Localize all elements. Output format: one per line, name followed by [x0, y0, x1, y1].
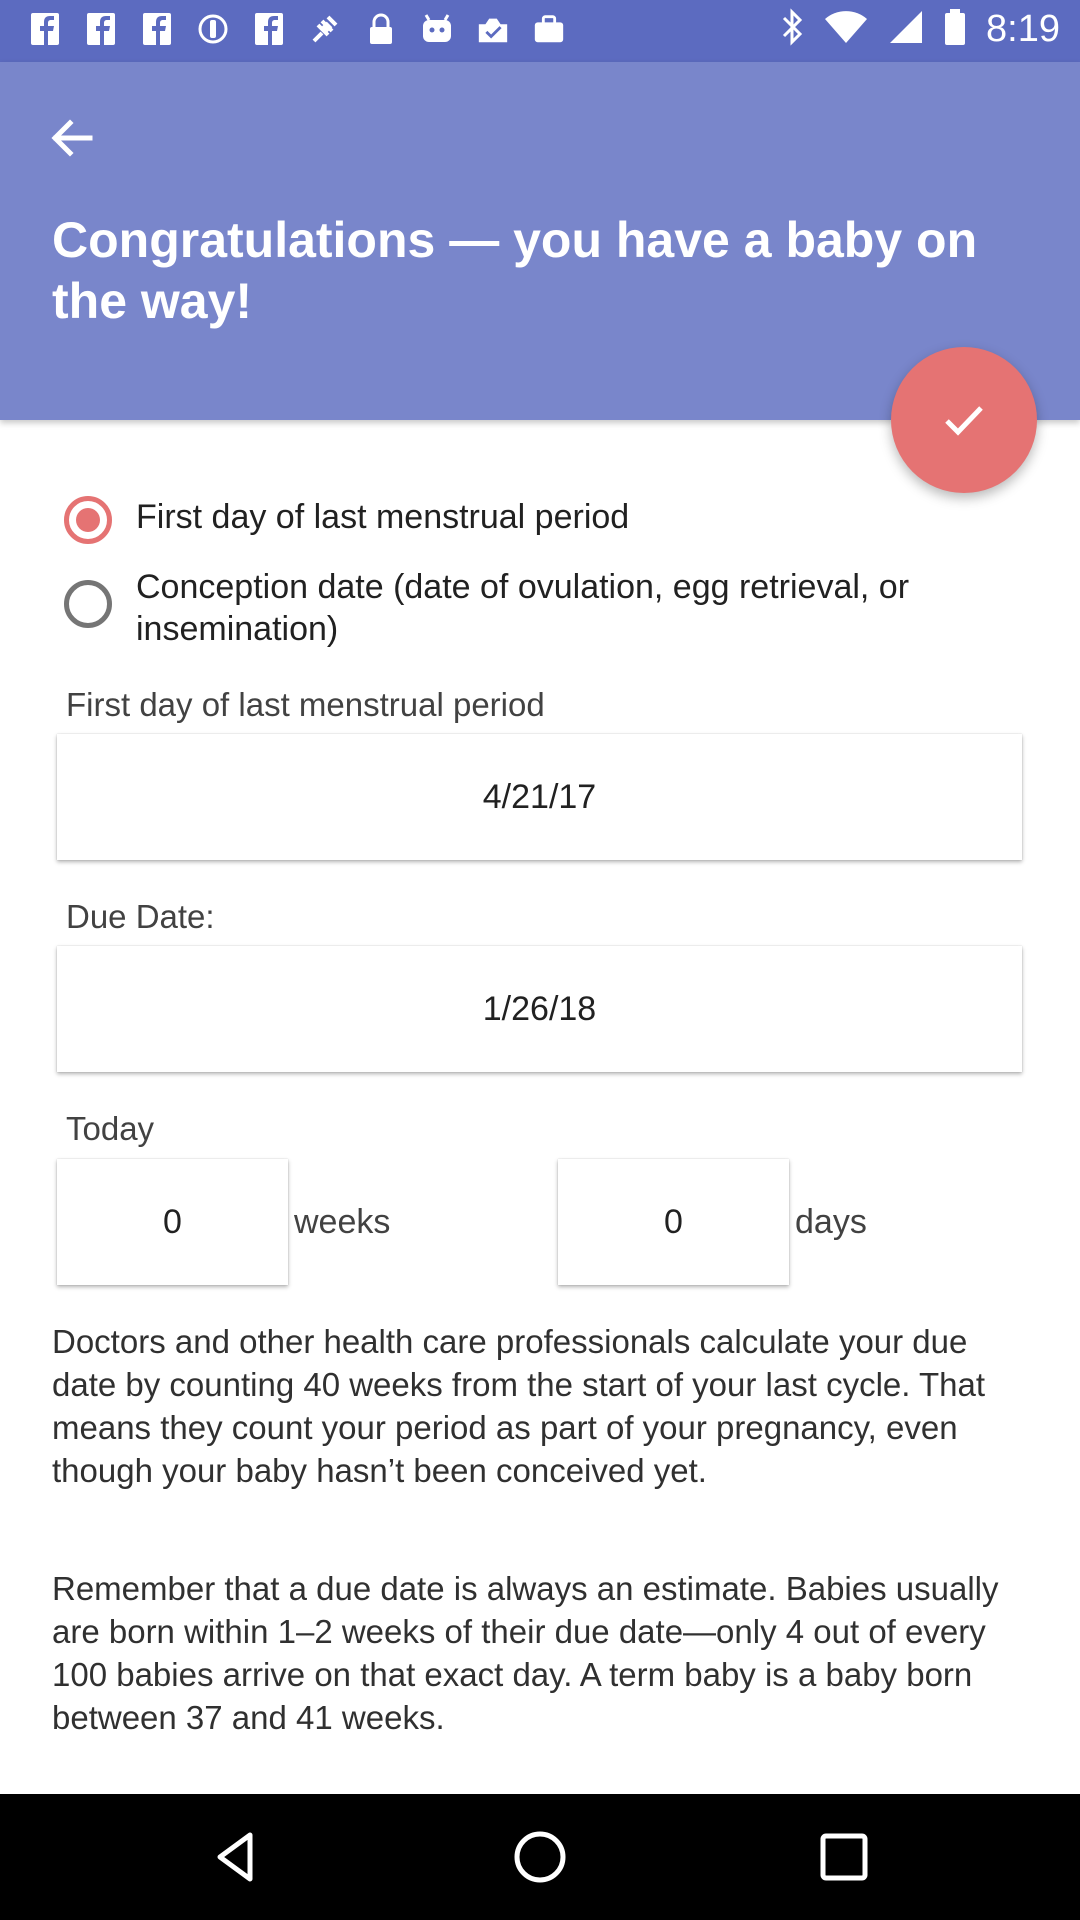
- due-date-field[interactable]: 1/26/18: [57, 946, 1022, 1072]
- today-label: Today: [66, 1110, 155, 1147]
- check-icon: [945, 406, 983, 436]
- facebook-icon: [252, 10, 286, 48]
- briefcase-icon: [532, 10, 566, 48]
- status-bar: 8:19: [0, 0, 1080, 62]
- system-status: 8:19: [780, 8, 1060, 51]
- triangle-back-icon: [217, 1832, 253, 1882]
- back-button[interactable]: [44, 110, 100, 166]
- info-paragraph-due-date: Doctors and other health care profession…: [52, 1323, 986, 1489]
- days-field[interactable]: 0: [558, 1159, 789, 1285]
- radio-option-lmp[interactable]: First day of last menstrual period: [64, 496, 986, 544]
- days-value: 0: [664, 1202, 683, 1241]
- due-date-label: Due Date:: [66, 898, 215, 935]
- photo-check-icon: [476, 10, 510, 48]
- days-unit: days: [795, 1203, 867, 1241]
- signal-icon: [888, 9, 924, 50]
- facebook-icon: [84, 10, 118, 48]
- wifi-icon: [824, 10, 868, 49]
- navigation-bar: [0, 1794, 1080, 1920]
- radio-option-label: Conception date (date of ovulation, egg …: [136, 568, 910, 648]
- lock-icon: [364, 10, 398, 48]
- nav-recents-button[interactable]: [814, 1827, 874, 1887]
- weeks-field[interactable]: 0: [57, 1159, 288, 1285]
- bluetooth-icon: [780, 8, 804, 51]
- weeks-value: 0: [163, 1202, 182, 1241]
- radio-option-conception[interactable]: Conception date (date of ovulation, egg …: [64, 566, 986, 650]
- radio-unselected-icon[interactable]: [64, 580, 112, 628]
- due-date-value: 1/26/18: [482, 989, 597, 1028]
- nav-home-button[interactable]: [510, 1827, 570, 1887]
- square-recents-icon: [820, 1833, 868, 1881]
- notification-icons: [28, 10, 566, 48]
- android-icon: [420, 10, 454, 48]
- clock: 8:19: [986, 8, 1060, 50]
- circle-home-icon: [514, 1831, 566, 1883]
- radio-option-label: First day of last menstrual period: [136, 498, 630, 536]
- facebook-icon: [140, 10, 174, 48]
- fake-gps-icon: [308, 10, 342, 48]
- confirm-fab-button[interactable]: [891, 347, 1037, 493]
- lmp-label: First day of last menstrual period: [66, 686, 545, 723]
- location-icon: [196, 10, 230, 48]
- radio-selected-icon[interactable]: [64, 496, 112, 544]
- arrow-back-icon: [51, 119, 93, 157]
- weeks-unit: weeks: [294, 1203, 391, 1241]
- facebook-icon: [28, 10, 62, 48]
- info-paragraph-estimate: Remember that a due date is always an es…: [52, 1570, 999, 1736]
- lmp-date-field[interactable]: 4/21/17: [57, 734, 1022, 860]
- nav-back-button[interactable]: [208, 1827, 268, 1887]
- lmp-date-value: 4/21/17: [482, 777, 597, 816]
- battery-icon: [944, 8, 966, 51]
- page-title: Congratulations — you have a baby on the…: [52, 212, 978, 329]
